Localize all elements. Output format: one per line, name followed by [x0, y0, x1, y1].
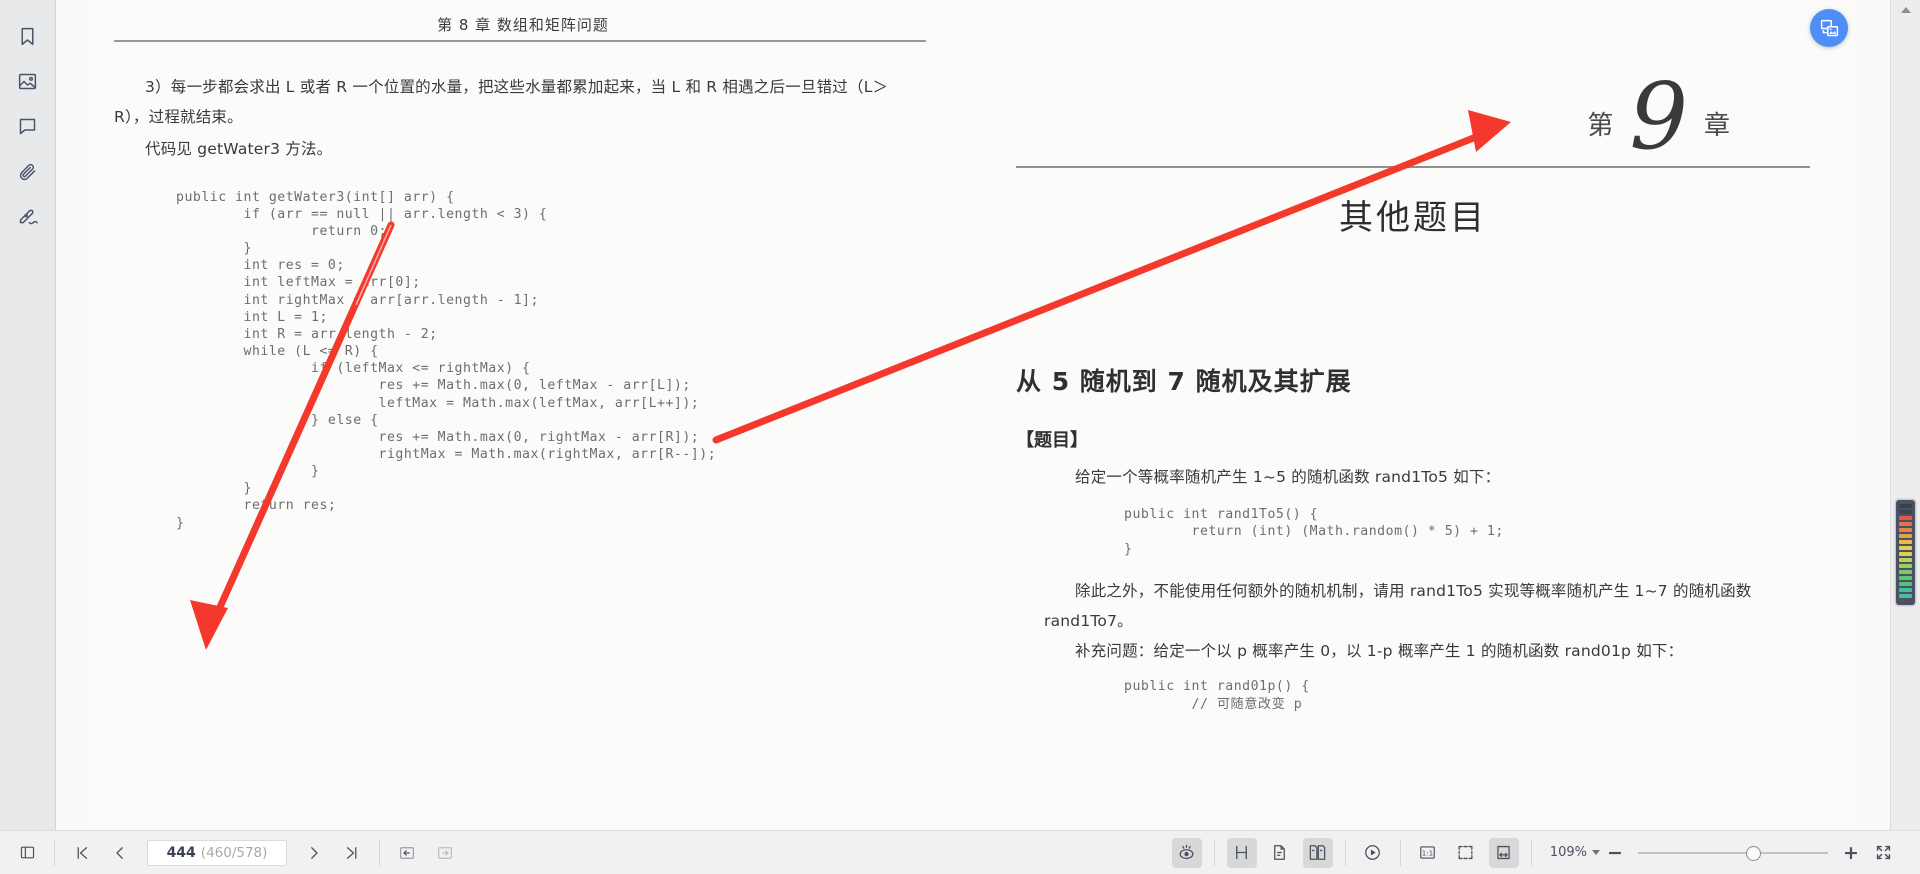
page-number-current: 444	[166, 844, 196, 861]
left-code-block: public int getWater3(int[] arr) { if (ar…	[176, 189, 717, 531]
double-page-button[interactable]	[1302, 837, 1333, 868]
minimap-segment	[1899, 546, 1912, 550]
presentation-mode-button[interactable]	[1358, 838, 1388, 868]
actual-size-button[interactable]: 1:1	[1413, 838, 1443, 868]
page-spread: 第 8 章 数组和矩阵问题 3）每一步都会求出 L 或者 R 一个位置的水量，把…	[56, 0, 1890, 830]
minimap-segment	[1899, 576, 1912, 580]
previous-page-button[interactable]	[105, 838, 135, 868]
bookmark-icon[interactable]	[8, 14, 48, 59]
right-paragraph-1: 给定一个等概率随机产生 1~5 的随机函数 rand1To5 如下：	[1075, 468, 1501, 486]
minimap-segment	[1899, 504, 1912, 508]
signature-icon[interactable]	[8, 194, 48, 239]
comments-icon[interactable]	[8, 104, 48, 149]
zoom-out-button[interactable]: −	[1602, 842, 1628, 864]
chevron-down-icon	[1592, 850, 1600, 855]
minimap-segment	[1899, 588, 1912, 592]
right-paragraph-3: 补充问题：给定一个以 p 概率产生 0，以 1-p 概率产生 1 的随机函数 r…	[1075, 642, 1684, 661]
zoom-slider[interactable]	[1638, 844, 1828, 862]
minimap-segment	[1899, 570, 1912, 574]
svg-text:1:1: 1:1	[1422, 849, 1433, 858]
chapter-rule	[1016, 166, 1810, 168]
horizontal-scroll-button[interactable]	[1226, 837, 1257, 868]
running-head: 第 8 章 数组和矩阵问题	[437, 16, 609, 34]
page-left: 第 8 章 数组和矩阵问题 3）每一步都会求出 L 或者 R 一个位置的水量，把…	[92, 0, 954, 830]
convert-to-image-button[interactable]	[1810, 9, 1848, 47]
reader-body: 第 8 章 数组和矩阵问题 3）每一步都会求出 L 或者 R 一个位置的水量，把…	[0, 0, 1920, 830]
bottom-toolbar: 444 (460/578) 1:1 109% − +	[0, 830, 1920, 874]
chapter-title: 其他题目	[1339, 197, 1487, 238]
page-number-total: (460/578)	[200, 844, 268, 861]
history-group	[380, 831, 472, 874]
minimap-segment	[1899, 522, 1912, 526]
go-back-button[interactable]	[392, 838, 422, 868]
left-tool-rail	[0, 0, 56, 830]
right-code-block-2: public int rand01p() { // 可随意改变 p	[1124, 679, 1310, 712]
go-forward-button[interactable]	[430, 838, 460, 868]
minimap-segment	[1899, 510, 1912, 514]
minimap-segment	[1899, 534, 1912, 538]
next-page-button[interactable]	[299, 838, 329, 868]
chapter-number-row: 第 9 章	[1016, 63, 1810, 170]
minimap-segment	[1899, 516, 1912, 520]
single-page-button[interactable]	[1265, 838, 1295, 868]
pdf-reader-window: 第 8 章 数组和矩阵问题 3）每一步都会求出 L 或者 R 一个位置的水量，把…	[0, 0, 1920, 874]
zoom-in-button[interactable]: +	[1838, 842, 1864, 864]
fullscreen-button[interactable]	[1868, 838, 1898, 868]
minimap-thumb[interactable]	[1896, 500, 1915, 605]
minimap-segment	[1899, 558, 1912, 562]
last-page-button[interactable]	[337, 838, 367, 868]
chapter-number: 9	[1629, 63, 1688, 170]
sidebar-toggle-group	[0, 831, 54, 874]
zoom-slider-knob[interactable]	[1746, 845, 1761, 861]
section-title: 从 5 随机到 7 随机及其扩展	[1016, 367, 1352, 396]
chapter-prefix: 第	[1587, 111, 1614, 142]
first-page-button[interactable]	[67, 838, 97, 868]
left-paragraph-1: 3）每一步都会求出 L 或者 R 一个位置的水量，把这些水量都累加起来，当 L …	[114, 78, 889, 127]
chapter-suffix: 章	[1703, 111, 1730, 142]
minimap-segment	[1899, 540, 1912, 544]
minimap-segment	[1899, 528, 1912, 532]
page-navigation-group: 444 (460/578)	[55, 831, 379, 874]
right-code-block-1: public int rand1To5() { return (int) (Ma…	[1124, 507, 1504, 557]
running-head-rule	[114, 40, 926, 42]
attachments-icon[interactable]	[8, 149, 48, 194]
minimap-segment	[1899, 594, 1912, 598]
page-number-input[interactable]: 444 (460/578)	[147, 839, 287, 866]
reading-mode-button[interactable]	[1171, 837, 1202, 868]
fit-width-button[interactable]	[1488, 837, 1519, 868]
toggle-sidebar-button[interactable]	[12, 838, 42, 868]
document-viewport[interactable]: 第 8 章 数组和矩阵问题 3）每一步都会求出 L 或者 R 一个位置的水量，把…	[56, 0, 1890, 830]
layout-mode-group	[1215, 831, 1345, 874]
thumbnails-icon[interactable]	[8, 59, 48, 104]
page-right: 第 9 章 其他题目 从 5 随机到 7 随机及其扩展 【题目】 给定一个等概率…	[954, 0, 1854, 830]
scroll-up-arrow-icon[interactable]	[1900, 7, 1911, 13]
zoom-group: 109% − +	[1532, 831, 1920, 874]
right-paragraph-2: 除此之外，不能使用任何额外的随机机制，请用 rand1To5 实现等概率随机产生…	[1044, 581, 1752, 630]
fit-page-button[interactable]	[1451, 838, 1481, 868]
minimap-scrollbar[interactable]	[1890, 0, 1920, 830]
minimap-segment	[1899, 582, 1912, 586]
minimap-segment	[1899, 552, 1912, 556]
minimap-segment	[1899, 564, 1912, 568]
left-paragraph-2: 代码见 getWater3 方法。	[145, 140, 333, 159]
zoom-level-value: 109%	[1549, 845, 1587, 860]
zoom-level-dropdown[interactable]: 109%	[1550, 845, 1600, 860]
zoom-slider-track	[1638, 851, 1828, 854]
presentation-group	[1346, 831, 1400, 874]
reading-mode-group	[1160, 831, 1214, 874]
subsection-title: 【题目】	[1016, 430, 1088, 451]
fit-group: 1:1	[1401, 831, 1531, 874]
